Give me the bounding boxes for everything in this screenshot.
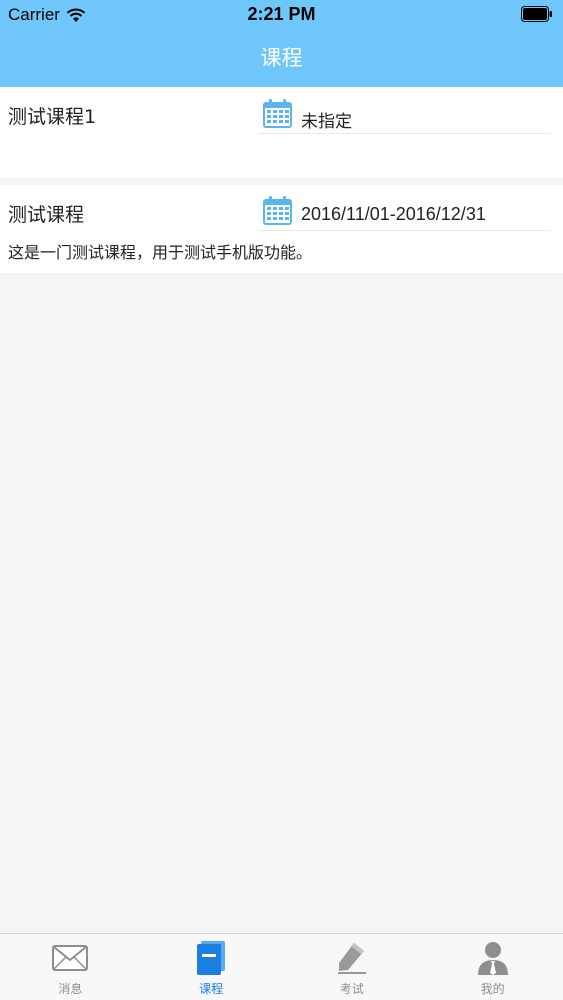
course-description: 这是一门测试课程，用于测试手机版功能。 (8, 243, 313, 262)
tab-bar: 消息 课程 考试 我的 (0, 933, 563, 1000)
course-card[interactable]: 测试课程1 未指定 (0, 87, 563, 178)
status-time: 2:21 PM (247, 4, 316, 24)
tab-profile[interactable]: 我的 (422, 934, 563, 1000)
person-icon (477, 942, 508, 975)
book-icon (197, 941, 226, 975)
tab-label: 考试 (339, 982, 364, 996)
tab-exams[interactable]: 考试 (282, 934, 423, 1000)
course-name: 测试课程1 (8, 106, 97, 128)
navigation-header: Carrier 2:21 PM 课程 (0, 0, 563, 87)
battery-icon (521, 6, 552, 22)
tab-label: 我的 (480, 982, 505, 996)
course-name: 测试课程 (8, 204, 85, 226)
calendar-icon (263, 99, 292, 128)
tab-courses[interactable]: 课程 (141, 934, 282, 1000)
status-bar: Carrier 2:21 PM (0, 0, 563, 30)
envelope-icon (52, 945, 89, 971)
tab-label: 消息 (58, 982, 83, 996)
card-divider (258, 133, 551, 134)
tab-label: 课程 (199, 982, 224, 996)
pencil-icon (337, 943, 366, 974)
card-divider (258, 230, 551, 231)
course-card[interactable]: 测试课程 2016/11/01-2016/12/31 这是一门测试课程，用于测试… (0, 185, 563, 273)
course-date: 未指定 (301, 112, 352, 132)
calendar-icon (263, 196, 292, 225)
course-date: 2016/11/01-2016/12/31 (301, 204, 486, 224)
page-title: 课程 (260, 46, 303, 70)
tab-messages[interactable]: 消息 (0, 934, 141, 1000)
